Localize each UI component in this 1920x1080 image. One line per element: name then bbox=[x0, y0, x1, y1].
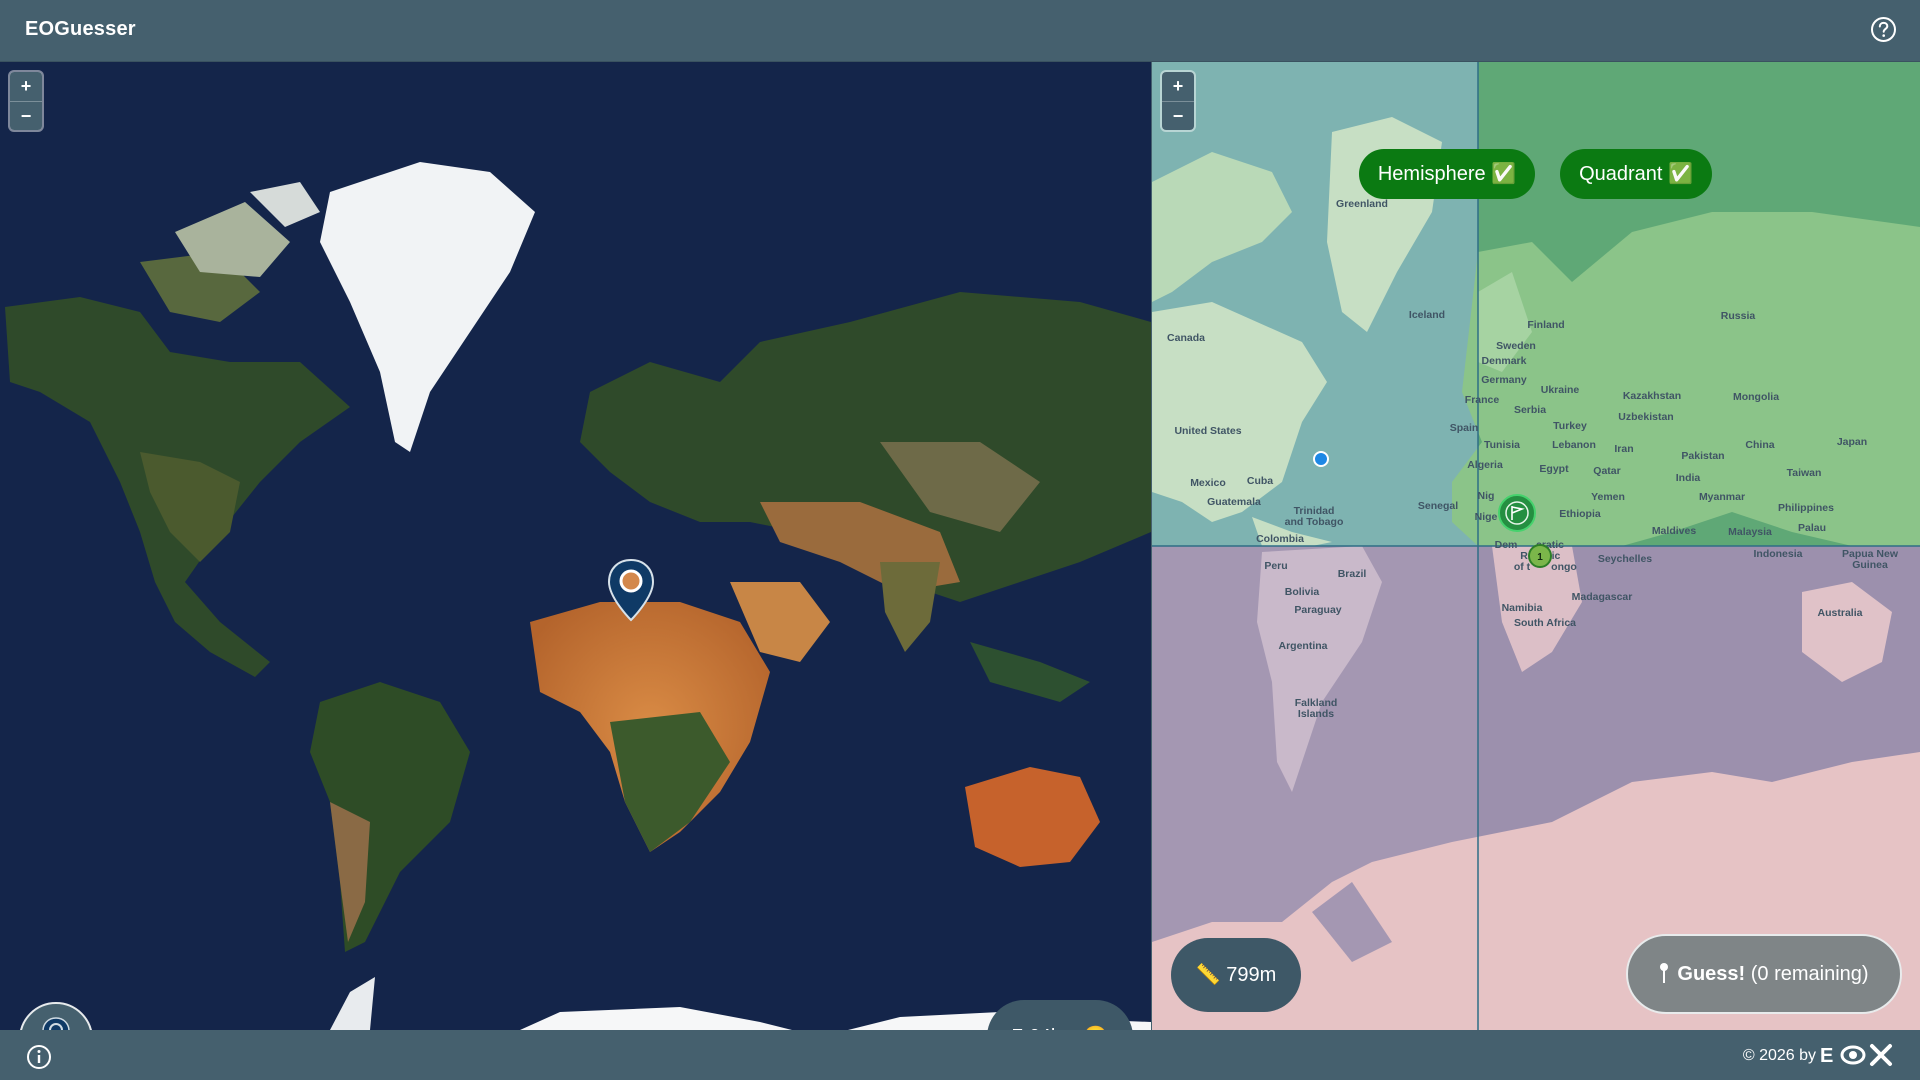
label-seychelles: Seychelles bbox=[1598, 553, 1652, 565]
label-ukraine: Ukraine bbox=[1541, 384, 1580, 396]
label-egypt: Egypt bbox=[1539, 463, 1569, 475]
map-pin-icon bbox=[42, 1017, 70, 1030]
label-russia: Russia bbox=[1721, 310, 1756, 322]
label-nigeria: Nige bbox=[1475, 511, 1498, 523]
guess-map[interactable]: Greenland Iceland Canada United States M… bbox=[1152, 62, 1920, 1030]
label-drc-1: Dem bbox=[1495, 539, 1518, 551]
label-spain: Spain bbox=[1450, 422, 1479, 434]
eox-logo[interactable]: E bbox=[1820, 1043, 1896, 1067]
info-circle-icon[interactable] bbox=[26, 1044, 52, 1070]
label-peru: Peru bbox=[1264, 560, 1287, 572]
label-pakistan: Pakistan bbox=[1681, 450, 1724, 462]
label-lebanon: Lebanon bbox=[1552, 439, 1596, 451]
label-china: China bbox=[1745, 439, 1774, 451]
label-canada: Canada bbox=[1167, 332, 1205, 344]
label-greenland: Greenland bbox=[1336, 198, 1388, 210]
label-madagascar: Madagascar bbox=[1572, 591, 1633, 603]
target-location-marker[interactable] bbox=[1498, 494, 1536, 532]
map-pin-icon[interactable] bbox=[606, 558, 656, 624]
label-ethiopia: Ethiopia bbox=[1559, 508, 1601, 520]
label-cuba: Cuba bbox=[1247, 475, 1273, 487]
satellite-imagery bbox=[0, 62, 1151, 1030]
label-japan: Japan bbox=[1837, 436, 1867, 448]
label-turkey: Turkey bbox=[1553, 420, 1587, 432]
help-circle-icon[interactable] bbox=[1870, 16, 1897, 43]
label-myanmar: Myanmar bbox=[1699, 491, 1745, 503]
label-india: India bbox=[1676, 472, 1701, 484]
label-united-states: United States bbox=[1174, 425, 1241, 437]
label-mongolia: Mongolia bbox=[1733, 391, 1779, 403]
label-qatar: Qatar bbox=[1593, 465, 1620, 477]
guess-position-dot[interactable] bbox=[1313, 451, 1329, 467]
label-algeria: Algeria bbox=[1467, 459, 1503, 471]
label-drc-3: of t bbox=[1514, 561, 1531, 573]
svg-text:E: E bbox=[1820, 1045, 1833, 1067]
satellite-map[interactable]: + − 7,64km 🙂 bbox=[0, 62, 1151, 1030]
label-sweden: Sweden bbox=[1496, 340, 1536, 352]
label-drc-3b: ongo bbox=[1551, 561, 1577, 573]
label-niger: Nig bbox=[1478, 490, 1495, 502]
label-namibia: Namibia bbox=[1502, 602, 1543, 614]
label-tunisia: Tunisia bbox=[1484, 439, 1520, 451]
label-serbia: Serbia bbox=[1514, 404, 1546, 416]
hemisphere-badge: Hemisphere ✅ bbox=[1359, 149, 1535, 199]
label-senegal: Senegal bbox=[1418, 500, 1458, 512]
zoom-out-button[interactable]: − bbox=[10, 101, 42, 130]
label-taiwan: Taiwan bbox=[1787, 467, 1822, 479]
guess-button[interactable]: Guess! (0 remaining) bbox=[1626, 934, 1902, 1014]
label-maldives: Maldives bbox=[1652, 525, 1697, 537]
label-australia: Australia bbox=[1818, 607, 1863, 619]
label-denmark: Denmark bbox=[1482, 355, 1527, 367]
guess-map-base: Greenland Iceland Canada United States M… bbox=[1152, 62, 1920, 1030]
label-yemen: Yemen bbox=[1591, 491, 1625, 503]
zoom-controls: + − bbox=[10, 72, 42, 130]
quadrant-badge: Quadrant ✅ bbox=[1560, 149, 1712, 199]
label-malaysia: Malaysia bbox=[1728, 526, 1772, 538]
label-south-africa: South Africa bbox=[1514, 617, 1576, 629]
distance-display: 7,64km 🙂 bbox=[987, 1000, 1133, 1030]
label-argentina: Argentina bbox=[1278, 640, 1327, 652]
app-title: EOGuesser bbox=[25, 18, 136, 40]
zoom-in-button[interactable]: + bbox=[1162, 72, 1194, 101]
label-iceland: Iceland bbox=[1409, 309, 1445, 321]
guess-result-label: 1 bbox=[1537, 552, 1543, 563]
label-philippines: Philippines bbox=[1778, 502, 1834, 514]
label-paraguay: Paraguay bbox=[1294, 604, 1341, 616]
label-france: France bbox=[1465, 394, 1500, 406]
label-guinea: Guinea bbox=[1852, 559, 1888, 571]
label-finland: Finland bbox=[1527, 319, 1564, 331]
label-bolivia: Bolivia bbox=[1285, 586, 1320, 598]
label-colombia: Colombia bbox=[1256, 533, 1304, 545]
label-kazakhstan: Kazakhstan bbox=[1623, 390, 1681, 402]
copyright-text: © 2026 by bbox=[1742, 1047, 1816, 1064]
measure-distance-display: 📏 799m bbox=[1171, 938, 1301, 1012]
guess-button-label: Guess! bbox=[1677, 963, 1746, 985]
zoom-out-button[interactable]: − bbox=[1162, 101, 1194, 130]
zoom-controls: + − bbox=[1162, 72, 1194, 130]
label-mexico: Mexico bbox=[1190, 477, 1226, 489]
label-brazil: Brazil bbox=[1338, 568, 1367, 580]
label-iran: Iran bbox=[1614, 443, 1633, 455]
label-and-tobago: and Tobago bbox=[1285, 516, 1344, 528]
label-islands: Islands bbox=[1298, 708, 1334, 720]
label-uzbekistan: Uzbekistan bbox=[1618, 411, 1673, 423]
label-indonesia: Indonesia bbox=[1753, 548, 1802, 560]
zoom-in-button[interactable]: + bbox=[10, 72, 42, 101]
header-bar: EOGuesser bbox=[0, 0, 1920, 62]
label-palau: Palau bbox=[1798, 522, 1826, 534]
label-guatemala: Guatemala bbox=[1207, 496, 1261, 508]
label-germany: Germany bbox=[1481, 374, 1527, 386]
footer-bar: © 2026 by E bbox=[0, 1030, 1920, 1080]
guess-remaining: (0 remaining) bbox=[1750, 963, 1869, 985]
pin-icon bbox=[1659, 940, 1669, 983]
